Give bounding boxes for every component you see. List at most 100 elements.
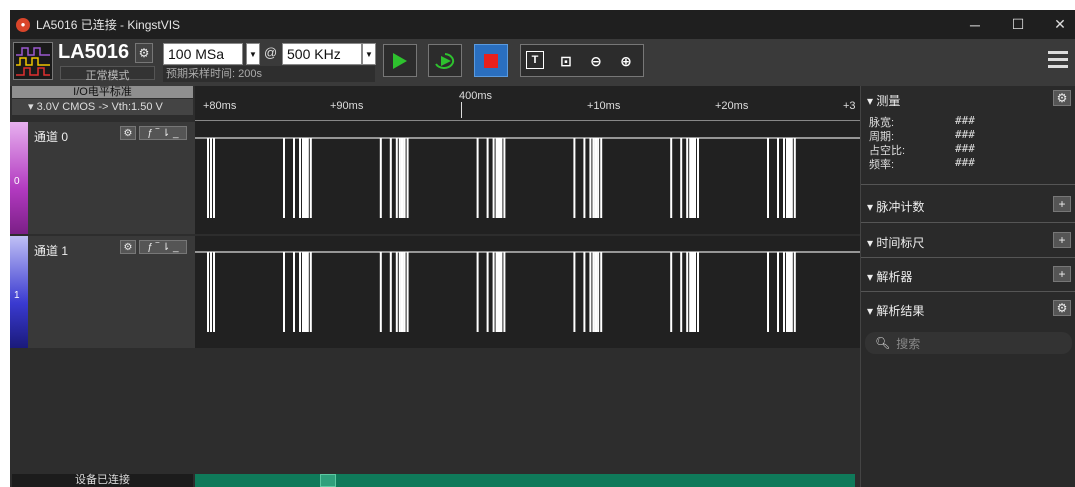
channel-0-name[interactable]: 通道 0	[34, 128, 68, 145]
ruler-tick: +20ms	[715, 100, 749, 112]
ruler-tick: +10ms	[587, 100, 621, 112]
signal-pulse	[476, 138, 479, 218]
signal-pulse	[486, 252, 489, 332]
results-search-input[interactable]: 🔍︎ 搜索	[865, 332, 1072, 354]
signal-pulse	[398, 252, 401, 332]
channel-0-waveform[interactable]	[195, 122, 860, 234]
measure-settings-gear-icon[interactable]: ⚙	[1053, 90, 1071, 106]
signal-pulse	[406, 138, 409, 218]
signal-pulse	[210, 138, 212, 218]
hamburger-menu-icon[interactable]	[1048, 51, 1068, 71]
channel-1-waveform[interactable]	[195, 236, 860, 348]
main-toolbar: LA5016 ⚙ 正常模式 100 MSa ▼ @ 500 KHz ▼ 预期采样…	[10, 39, 1075, 86]
signal-pulse	[694, 138, 696, 218]
io-standard-header: I/O电平标准	[12, 86, 193, 98]
channel-0-gear-icon[interactable]: ⚙	[120, 126, 136, 140]
device-settings-gear-icon[interactable]: ⚙	[135, 43, 153, 63]
signal-pulse	[786, 138, 788, 218]
stop-button[interactable]	[474, 44, 508, 77]
signal-pulse	[697, 138, 699, 218]
signal-pulse	[492, 138, 495, 218]
signal-pulse	[379, 252, 382, 332]
signal-pulse	[497, 252, 500, 332]
signal-pulse	[691, 252, 693, 332]
signal-pulse	[573, 138, 576, 218]
sample-rate-dropdown-icon[interactable]: ▼	[362, 43, 376, 65]
device-mode[interactable]: 正常模式	[60, 66, 155, 82]
pulse-count-header[interactable]: ▾ 脉冲计数	[867, 198, 924, 215]
analyzer-header[interactable]: ▾ 解析器	[867, 268, 912, 285]
signal-pulse	[389, 252, 392, 332]
results-header[interactable]: ▾ 解析结果	[867, 302, 924, 319]
time-ruler[interactable]: 400ms +80ms +90ms +10ms +20ms +3	[195, 86, 860, 122]
maximize-button[interactable]: ☐	[998, 10, 1038, 39]
signal-pulse	[486, 138, 489, 218]
channel-1-gear-icon[interactable]: ⚙	[120, 240, 136, 254]
measure-label: 频率:	[869, 159, 895, 171]
start-button[interactable]	[383, 44, 417, 77]
time-ruler-header[interactable]: ▾ 时间标尺	[867, 234, 924, 251]
measure-value: ###	[955, 156, 975, 169]
waveform-area[interactable]: 400ms +80ms +90ms +10ms +20ms +3	[195, 86, 860, 487]
view-tools: T ⊡ ⊖ ⊕	[520, 44, 644, 77]
sample-depth-dropdown-icon[interactable]: ▼	[246, 43, 260, 65]
signal-pulse	[686, 252, 689, 332]
measure-value: ###	[955, 114, 975, 127]
signal-pulse	[500, 138, 503, 218]
timeline-overview-bar[interactable]	[195, 474, 855, 487]
signal-pulse	[680, 138, 683, 218]
signal-pulse	[306, 252, 309, 332]
close-button[interactable]: ✕	[1040, 10, 1075, 39]
signal-pulse	[689, 252, 692, 332]
channel-panel: I/O电平标准 ▾ 3.0V CMOS -> Vth:1.50 V 0 通道 0…	[10, 86, 195, 487]
channel-0-number: 0	[14, 176, 20, 187]
loop-play-icon	[435, 52, 455, 69]
measure-header[interactable]: ▾ 测量	[867, 92, 900, 109]
sample-rate-select[interactable]: 500 KHz	[282, 43, 362, 65]
repeat-start-button[interactable]	[428, 44, 462, 77]
signal-pulse	[583, 252, 586, 332]
at-symbol: @	[264, 45, 278, 60]
zoom-out-icon[interactable]: ⊖	[586, 51, 606, 71]
signal-pulse	[302, 138, 304, 218]
search-placeholder: 搜索	[896, 336, 921, 351]
channel-1-name[interactable]: 通道 1	[34, 242, 68, 259]
signal-pulse	[398, 138, 401, 218]
ruler-tick: +90ms	[330, 100, 364, 112]
minimize-button[interactable]: ─	[955, 10, 995, 39]
trigger-text-icon[interactable]: T	[526, 51, 544, 69]
channel-1-row[interactable]: 1 通道 1 ⚙ ƒ ‾ ⇂ _	[10, 236, 195, 348]
signal-pulse	[213, 138, 215, 218]
signal-pulse	[299, 252, 301, 332]
zoom-in-icon[interactable]: ⊕	[616, 51, 636, 71]
io-standard-value[interactable]: ▾ 3.0V CMOS -> Vth:1.50 V	[12, 99, 193, 115]
channel-0-trigger-icons[interactable]: ƒ ‾ ⇂ _	[139, 126, 187, 140]
device-name: LA5016	[58, 41, 130, 63]
signal-pulse	[302, 252, 304, 332]
signal-pulse	[777, 138, 779, 218]
channel-1-trigger-icons[interactable]: ƒ ‾ ⇂ _	[139, 240, 187, 254]
sample-depth-select[interactable]: 100 MSa	[163, 43, 243, 65]
estimated-sample-time: 预期采样时间: 200s	[163, 66, 375, 82]
stop-icon	[484, 53, 498, 68]
channel-1-signal	[195, 251, 860, 332]
pulse-count-add-icon[interactable]: +	[1053, 196, 1071, 212]
channel-0-row[interactable]: 0 通道 0 ⚙ ƒ ‾ ⇂ _	[10, 122, 195, 234]
signal-pulse	[787, 252, 790, 332]
analyzer-add-icon[interactable]: +	[1053, 266, 1071, 282]
signal-pulse	[207, 252, 209, 332]
signal-pulse	[299, 138, 301, 218]
zoom-fit-icon[interactable]: ⊡	[556, 51, 576, 71]
time-ruler-add-icon[interactable]: +	[1053, 232, 1071, 248]
signal-pulse	[213, 252, 215, 332]
channel-1-number: 1	[14, 290, 20, 301]
signal-pulse	[597, 252, 600, 332]
signal-pulse	[697, 252, 699, 332]
ruler-tick: +3	[843, 100, 856, 112]
timeline-thumb[interactable]	[320, 474, 336, 487]
signal-pulse	[293, 252, 295, 332]
signal-pulse	[573, 252, 576, 332]
signal-pulse	[694, 252, 696, 332]
results-settings-gear-icon[interactable]: ⚙	[1053, 300, 1071, 316]
play-icon	[393, 52, 407, 69]
